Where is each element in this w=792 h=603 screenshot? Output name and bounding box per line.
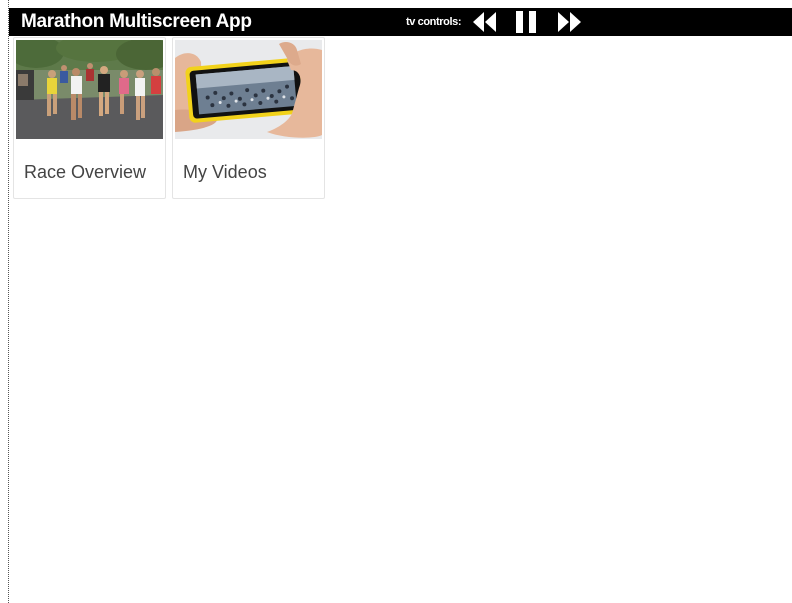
pause-button[interactable]	[515, 8, 537, 36]
tv-controls-label: tv controls:	[406, 16, 462, 28]
tile-label: My Videos	[183, 162, 267, 182]
fast-forward-button[interactable]	[557, 8, 582, 36]
app-title: Marathon Multiscreen App	[21, 11, 252, 32]
tile-label: Race Overview	[24, 162, 147, 182]
tile-my-videos[interactable]: My Videos	[172, 37, 325, 199]
tile-grid: Race Overview My Videos	[13, 37, 325, 199]
pause-icon	[516, 11, 537, 33]
rewind-button[interactable]	[473, 8, 497, 36]
hands-holding-phone-photo	[175, 40, 322, 139]
tile-race-overview[interactable]: Race Overview	[13, 37, 166, 199]
top-bar: Marathon Multiscreen App tv controls:	[9, 8, 792, 36]
tv-controls: tv controls:	[406, 8, 582, 36]
app-window: Marathon Multiscreen App tv controls: Ra…	[8, 0, 792, 603]
fast-forward-icon	[558, 12, 582, 32]
rewind-icon	[473, 12, 497, 32]
marathon-runners-photo	[16, 40, 163, 139]
